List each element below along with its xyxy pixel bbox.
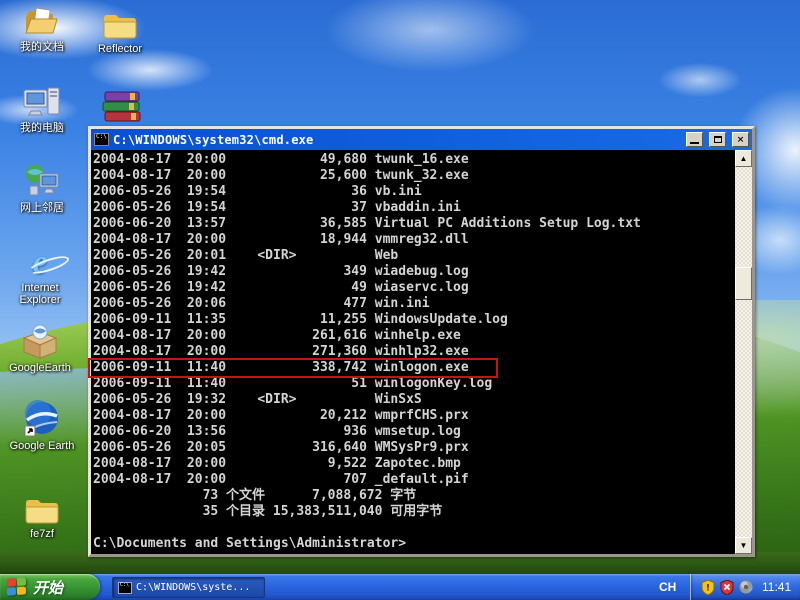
terminal-line: 2004-08-17 20:00 271,360 winhlp32.exe — [93, 344, 469, 359]
utility-ball-icon[interactable] — [739, 580, 753, 594]
cmd-window-icon: C:\ — [94, 133, 109, 146]
terminal-output[interactable]: 2004-08-17 20:00 49,680 twunk_16.exe 2004… — [88, 150, 735, 554]
my-computer-icon — [4, 84, 80, 120]
folder-icon — [4, 490, 80, 526]
terminal-line: 2004-08-17 20:00 9,522 Zapotec.bmp — [93, 456, 461, 471]
network-places-icon — [4, 164, 80, 200]
terminal-line: 2006-06-20 13:56 936 wmsetup.log — [93, 424, 461, 439]
icon-label: 我的文档 — [20, 41, 64, 53]
terminal-line: 2006-05-26 20:05 316,640 WMSysPr9.prx — [93, 440, 469, 455]
icon-label: Reflector — [97, 43, 143, 55]
terminal-line: 2006-09-11 11:40 51 winlogonKey.log — [93, 376, 493, 391]
terminal-line: 2006-05-26 19:42 49 wiaservc.log — [93, 280, 469, 295]
terminal-line: 2004-08-17 20:00 18,944 vmmreg32.dll — [93, 232, 469, 247]
cmd-title-bar[interactable]: C:\ C:\WINDOWS\system32\cmd.exe × — [91, 129, 752, 150]
start-button-label: 开始 — [33, 579, 64, 597]
terminal-line: 2006-05-26 19:54 36 vb.ini — [93, 184, 422, 199]
terminal-line: 2006-09-11 11:35 11,255 WindowsUpdate.lo… — [93, 312, 508, 327]
icon-label: Google Earth — [9, 440, 75, 452]
terminal-line: 2006-05-26 20:06 477 win.ini — [93, 296, 430, 311]
icon-label: GoogleEarth — [9, 362, 71, 374]
security-off-shield-icon[interactable] — [720, 579, 734, 595]
desktop-icon-network-places[interactable]: 网上邻居 — [4, 164, 80, 214]
cmd-icon: C:\ — [118, 581, 132, 594]
desktop-icon-fe7zf[interactable]: fe7zf — [4, 490, 80, 540]
icon-label: 网上邻居 — [20, 202, 64, 214]
terminal-line: 35 个目录 15,383,511,040 可用字节 — [93, 504, 443, 519]
maximize-button[interactable] — [709, 132, 726, 147]
language-indicator[interactable]: CH — [655, 574, 680, 600]
terminal-lines: 2004-08-17 20:00 49,680 twunk_16.exe 2004… — [88, 152, 735, 552]
taskbar-clock[interactable]: 11:41 — [762, 580, 791, 594]
internet-explorer-icon: e — [2, 244, 78, 280]
terminal-line: 73 个文件 7,088,672 字节 — [93, 488, 417, 503]
terminal-line: 2004-08-17 20:00 261,616 winhelp.exe — [93, 328, 461, 343]
desktop-icon-google-earth[interactable]: Google Earth — [0, 400, 84, 452]
scroll-down-button[interactable]: ▼ — [735, 537, 752, 554]
my-documents-icon — [4, 3, 80, 39]
terminal-line: 2006-05-26 19:54 37 vbaddin.ini — [93, 200, 461, 215]
desktop-icon-winrar[interactable] — [84, 88, 160, 126]
scroll-up-button[interactable]: ▲ — [735, 150, 752, 167]
terminal-line: 2006-09-11 11:40 338,742 winlogon.exe — [93, 360, 469, 375]
terminal-line: 2004-08-17 20:00 20,212 wmprfCHS.prx — [93, 408, 469, 423]
desktop-icon-googleearth-box[interactable]: GoogleEarth — [2, 324, 78, 374]
folder-icon — [82, 5, 158, 41]
terminal-line: 2004-08-17 20:00 49,680 twunk_16.exe — [93, 152, 469, 167]
terminal-line: 2006-06-20 13:57 36,585 Virtual PC Addit… — [93, 216, 641, 231]
icon-label: Internet Explorer — [19, 282, 61, 306]
windows-logo-icon — [7, 577, 27, 596]
minimize-button[interactable] — [686, 132, 703, 147]
start-button[interactable]: 开始 — [0, 574, 100, 600]
icon-label: 我的电脑 — [20, 122, 64, 134]
terminal-line: 2004-08-17 20:00 707 _default.pif — [93, 472, 469, 487]
terminal-line: 2006-05-26 20:01 <DIR> Web — [93, 248, 399, 263]
taskbar-item-label: C:\WINDOWS\syste... — [136, 582, 251, 593]
cmd-window: C:\ C:\WINDOWS\system32\cmd.exe × 2004-0… — [88, 126, 755, 557]
terminal-line: 2004-08-17 20:00 25,600 twunk_32.exe — [93, 168, 469, 183]
terminal-line: 2006-05-26 19:42 349 wiadebug.log — [93, 264, 469, 279]
googleearth-box-icon — [2, 324, 78, 360]
scrollbar-thumb[interactable] — [735, 267, 752, 300]
security-alert-shield-icon[interactable]: ! — [701, 579, 715, 595]
taskbar-item-cmd[interactable]: C:\ C:\WINDOWS\syste... — [112, 577, 265, 598]
icon-label: fe7zf — [30, 528, 54, 540]
winrar-books-icon — [84, 88, 160, 124]
system-tray: ! 11:41 — [690, 574, 800, 600]
desktop-icon-my-documents[interactable]: 我的文档 — [4, 3, 80, 53]
desktop-icon-internet-explorer[interactable]: e Internet Explorer — [2, 244, 78, 306]
svg-text:!: ! — [707, 582, 710, 592]
window-title: C:\WINDOWS\system32\cmd.exe — [113, 132, 314, 147]
close-button[interactable]: × — [732, 132, 749, 147]
vertical-scrollbar[interactable]: ▲ ▼ — [735, 150, 752, 554]
desktop-icon-my-computer[interactable]: 我的电脑 — [4, 84, 80, 134]
desktop-icon-reflector[interactable]: Reflector — [82, 5, 158, 55]
terminal-line: 2006-05-26 19:32 <DIR> WinSxS — [93, 392, 422, 407]
terminal-line: C:\Documents and Settings\Administrator> — [93, 536, 407, 551]
google-earth-globe-icon — [0, 400, 84, 438]
taskbar: 开始 C:\ C:\WINDOWS\syste... CH ! 11:41 — [0, 574, 800, 600]
